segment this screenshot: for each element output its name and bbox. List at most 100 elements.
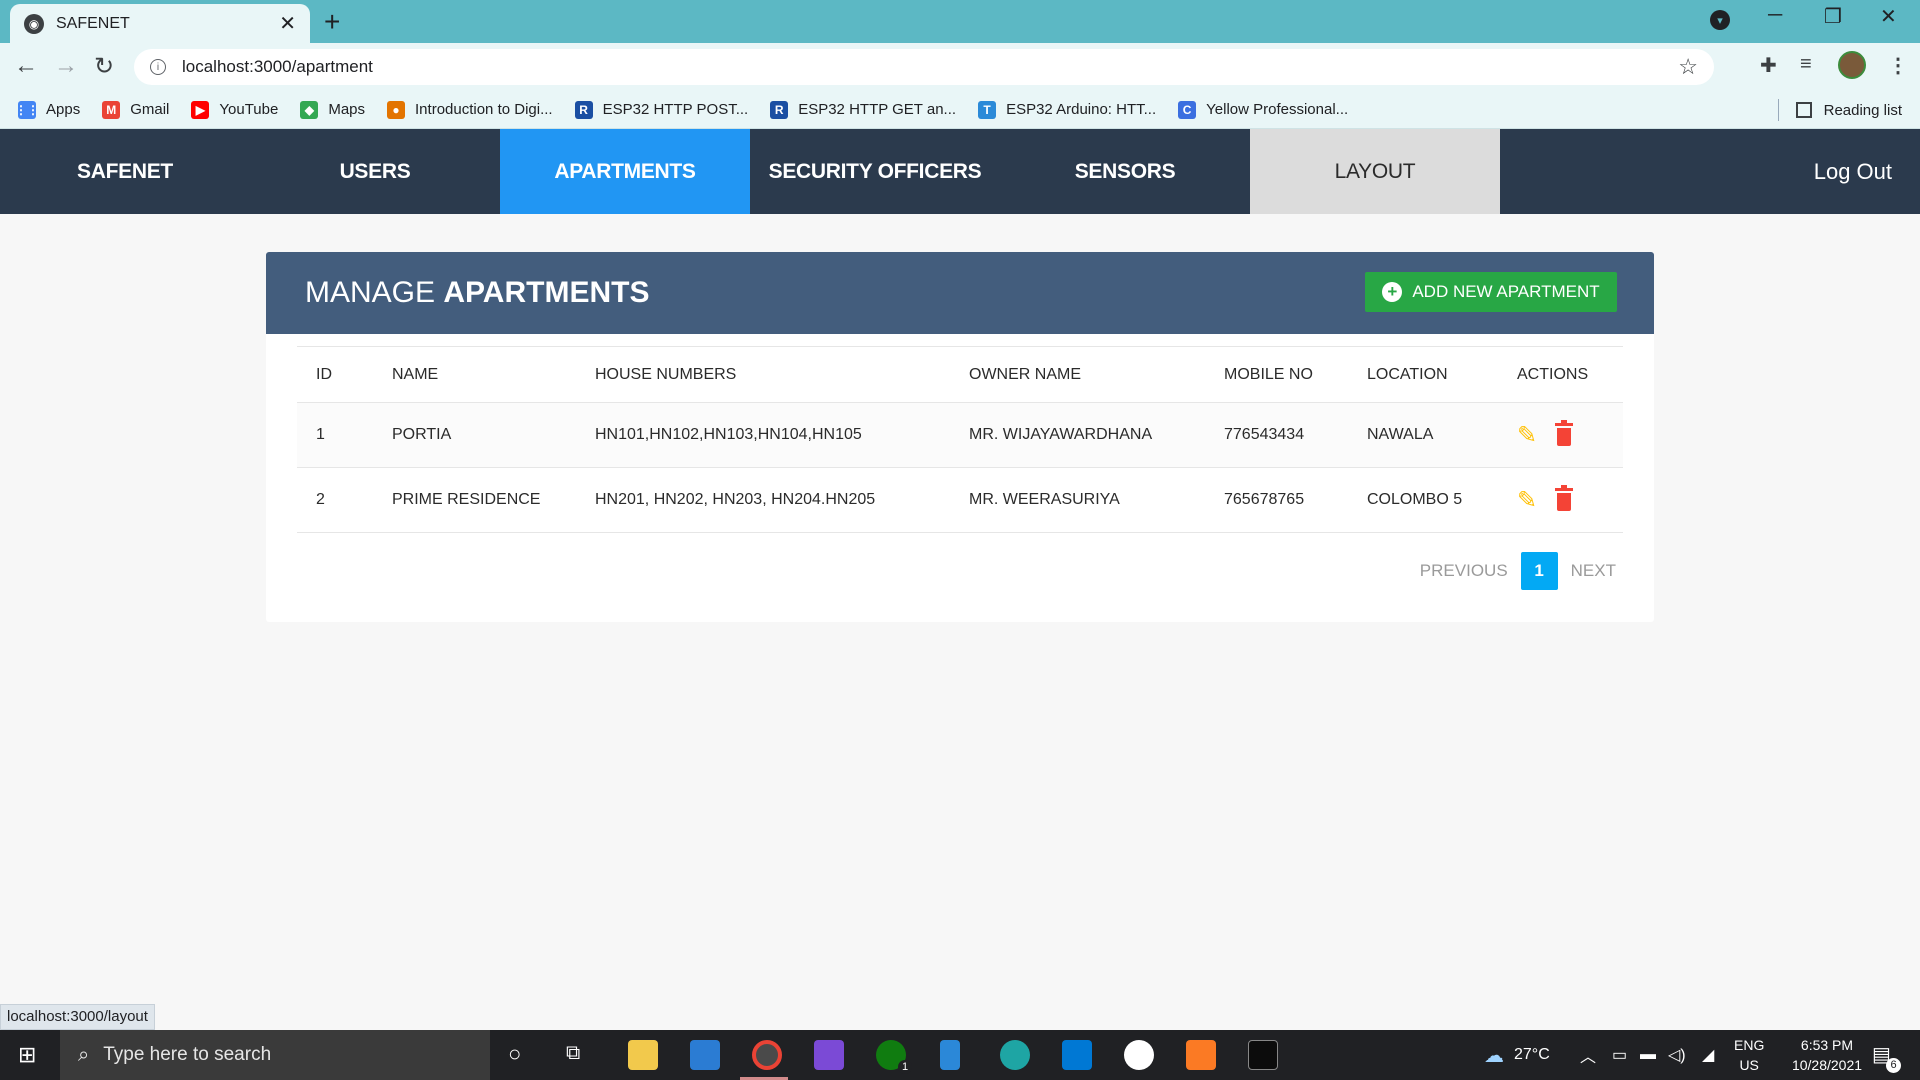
file-explorer-icon[interactable] bbox=[628, 1040, 658, 1070]
column-header: ACTIONS bbox=[1498, 346, 1623, 403]
mail-icon[interactable] bbox=[690, 1040, 720, 1070]
bookmark-item[interactable]: R ESP32 HTTP GET an... bbox=[770, 100, 957, 119]
chrome-icon[interactable] bbox=[752, 1040, 782, 1070]
page-title: MANAGE APARTMENTS bbox=[305, 276, 649, 310]
apartments-table: ID NAME HOUSE NUMBERS OWNER NAME MOBILE … bbox=[297, 346, 1623, 533]
edit-pencil-icon[interactable]: ✎ bbox=[1517, 421, 1537, 450]
battery-icon[interactable]: ▬ bbox=[1640, 1030, 1656, 1080]
tk-icon: T bbox=[978, 100, 997, 119]
site-icon: ● bbox=[387, 100, 406, 119]
logout-link[interactable]: Log Out bbox=[1814, 129, 1892, 214]
page-title-light: MANAGE bbox=[305, 276, 444, 309]
cell-id: 1 bbox=[297, 402, 373, 468]
column-header: LOCATION bbox=[1348, 346, 1498, 403]
windows-taskbar: ⊞ ⌕ Type here to search ○ ⧉ 1 ☁ 27°C ︿ ▭… bbox=[0, 1030, 1920, 1080]
add-apartment-label: ADD NEW APARTMENT bbox=[1412, 282, 1600, 301]
bookmark-item[interactable]: M Gmail bbox=[102, 100, 170, 119]
url-text: localhost:3000/apartment bbox=[182, 57, 373, 76]
nav-sensors[interactable]: SENSORS bbox=[1000, 129, 1250, 214]
reading-list-label: Reading list bbox=[1823, 101, 1902, 119]
clock[interactable]: 6:53 PM 10/28/2021 bbox=[1774, 1035, 1880, 1075]
current-page-button[interactable]: 1 bbox=[1520, 552, 1558, 590]
column-header: OWNER NAME bbox=[950, 346, 1205, 403]
bookmark-label: Maps bbox=[328, 101, 366, 118]
edit-pencil-icon[interactable]: ✎ bbox=[1517, 486, 1537, 515]
profile-avatar[interactable] bbox=[1838, 51, 1866, 79]
cloud-icon: ☁ bbox=[1484, 1044, 1504, 1067]
delete-trash-icon[interactable] bbox=[1555, 420, 1574, 446]
add-apartment-button[interactable]: + ADD NEW APARTMENT bbox=[1365, 272, 1617, 312]
tab-search-icon[interactable]: ▾ bbox=[1710, 10, 1730, 30]
bookmark-item[interactable]: ▶ YouTube bbox=[191, 100, 278, 119]
nav-apartments[interactable]: APARTMENTS bbox=[500, 129, 750, 214]
nav-security-officers[interactable]: SECURITY OFFICERS bbox=[750, 129, 1000, 214]
close-window-icon[interactable]: ✕ bbox=[1880, 4, 1897, 29]
weather-temp: 27°C bbox=[1514, 1046, 1550, 1063]
bookmark-label: ESP32 Arduino: HTT... bbox=[1006, 101, 1157, 118]
weather-widget[interactable]: ☁ 27°C bbox=[1484, 1030, 1550, 1080]
browser-toolbar: ← → ↻ i localhost:3000/apartment ☆ ✚ ≡ ⋮ bbox=[0, 43, 1920, 91]
reload-icon[interactable]: ↻ bbox=[94, 52, 114, 81]
bookmark-label: ESP32 HTTP GET an... bbox=[798, 101, 957, 118]
bookmarks-bar: ⋮⋮ Apps M Gmail ▶ YouTube ◆ Maps ● Introduction t… bbox=[0, 91, 1920, 129]
table-row: 2 PRIME RESIDENCE HN201, HN202, HN203, H… bbox=[297, 467, 1623, 533]
menu-icon[interactable]: ⋮ bbox=[1888, 53, 1908, 78]
language-indicator[interactable]: ENG US bbox=[1734, 1035, 1764, 1075]
bookmark-label: Apps bbox=[46, 101, 81, 118]
volume-icon[interactable]: ◁) bbox=[1668, 1030, 1686, 1080]
tray-chevron-icon[interactable]: ︿ bbox=[1580, 1030, 1596, 1080]
bookmark-item[interactable]: T ESP32 Arduino: HTT... bbox=[978, 100, 1157, 119]
wifi-icon[interactable]: ◢ bbox=[1702, 1030, 1714, 1080]
site-info-icon[interactable]: i bbox=[150, 59, 166, 75]
bookmark-star-icon[interactable]: ☆ bbox=[1678, 54, 1698, 80]
close-tab-icon[interactable]: ✕ bbox=[279, 11, 296, 36]
tab-title: SAFENET bbox=[56, 14, 130, 32]
cell-owner-name: MR. WIJAYAWARDHANA bbox=[950, 402, 1205, 468]
cell-actions: ✎ bbox=[1498, 467, 1623, 533]
xampp-icon[interactable] bbox=[1186, 1040, 1216, 1070]
bookmark-item[interactable]: ● Introduction to Digi... bbox=[387, 100, 553, 119]
r-icon: R bbox=[574, 100, 593, 119]
clock-time: 6:53 PM bbox=[1800, 1037, 1854, 1053]
task-view-icon[interactable]: ⧉ bbox=[566, 1042, 580, 1065]
nav-safenet[interactable]: SAFENET bbox=[0, 129, 250, 214]
next-page-link[interactable]: NEXT bbox=[1571, 561, 1616, 581]
meet-icon[interactable]: ▭ bbox=[1612, 1030, 1627, 1080]
bookmark-label: Yellow Professional... bbox=[1206, 101, 1349, 118]
bookmark-label: Gmail bbox=[130, 101, 170, 118]
back-icon[interactable]: ← bbox=[14, 52, 38, 80]
bookmark-item[interactable]: R ESP32 HTTP POST... bbox=[574, 100, 749, 119]
bookmark-item[interactable]: ◆ Maps bbox=[300, 100, 366, 119]
browser-tab[interactable]: ◉ SAFENET ✕ bbox=[10, 4, 310, 43]
cell-house-numbers: HN201, HN202, HN203, HN204.HN205 bbox=[576, 467, 950, 533]
page-title-bold: APARTMENTS bbox=[443, 276, 650, 309]
terminal-icon[interactable] bbox=[1248, 1040, 1278, 1070]
restore-icon[interactable]: ❐ bbox=[1824, 4, 1842, 29]
cell-id: 2 bbox=[297, 467, 373, 533]
cell-name: PRIME RESIDENCE bbox=[373, 467, 576, 533]
bookmark-label: ESP32 HTTP POST... bbox=[602, 101, 749, 118]
taskbar-search-box[interactable]: ⌕ Type here to search bbox=[60, 1030, 490, 1080]
vscode-icon[interactable] bbox=[1062, 1040, 1092, 1070]
app-icon[interactable] bbox=[814, 1040, 844, 1070]
search-icon: ⌕ bbox=[78, 1043, 90, 1066]
edge-icon[interactable] bbox=[1000, 1040, 1030, 1070]
app-icon[interactable] bbox=[1124, 1040, 1154, 1070]
nav-layout[interactable]: LAYOUT bbox=[1250, 129, 1500, 214]
cell-location: NAWALA bbox=[1348, 402, 1498, 468]
notepad-icon[interactable] bbox=[940, 1040, 960, 1070]
media-control-icon[interactable]: ≡ bbox=[1800, 53, 1812, 76]
reading-list-button[interactable]: Reading list bbox=[1795, 91, 1902, 129]
nav-users[interactable]: USERS bbox=[250, 129, 500, 214]
windows-start-icon[interactable]: ⊞ bbox=[18, 1042, 36, 1068]
address-bar[interactable]: i localhost:3000/apartment ☆ bbox=[134, 49, 1714, 85]
minimize-icon[interactable]: ─ bbox=[1768, 4, 1782, 27]
forward-icon[interactable]: → bbox=[54, 52, 78, 80]
previous-page-link[interactable]: PREVIOUS bbox=[1420, 561, 1508, 581]
bookmark-item[interactable]: ⋮⋮ Apps bbox=[15, 100, 81, 119]
extensions-icon[interactable]: ✚ bbox=[1760, 53, 1777, 78]
new-tab-button[interactable]: + bbox=[324, 6, 340, 38]
bookmark-item[interactable]: C Yellow Professional... bbox=[1178, 100, 1349, 119]
delete-trash-icon[interactable] bbox=[1555, 485, 1574, 511]
cortana-icon[interactable]: ○ bbox=[508, 1041, 521, 1067]
